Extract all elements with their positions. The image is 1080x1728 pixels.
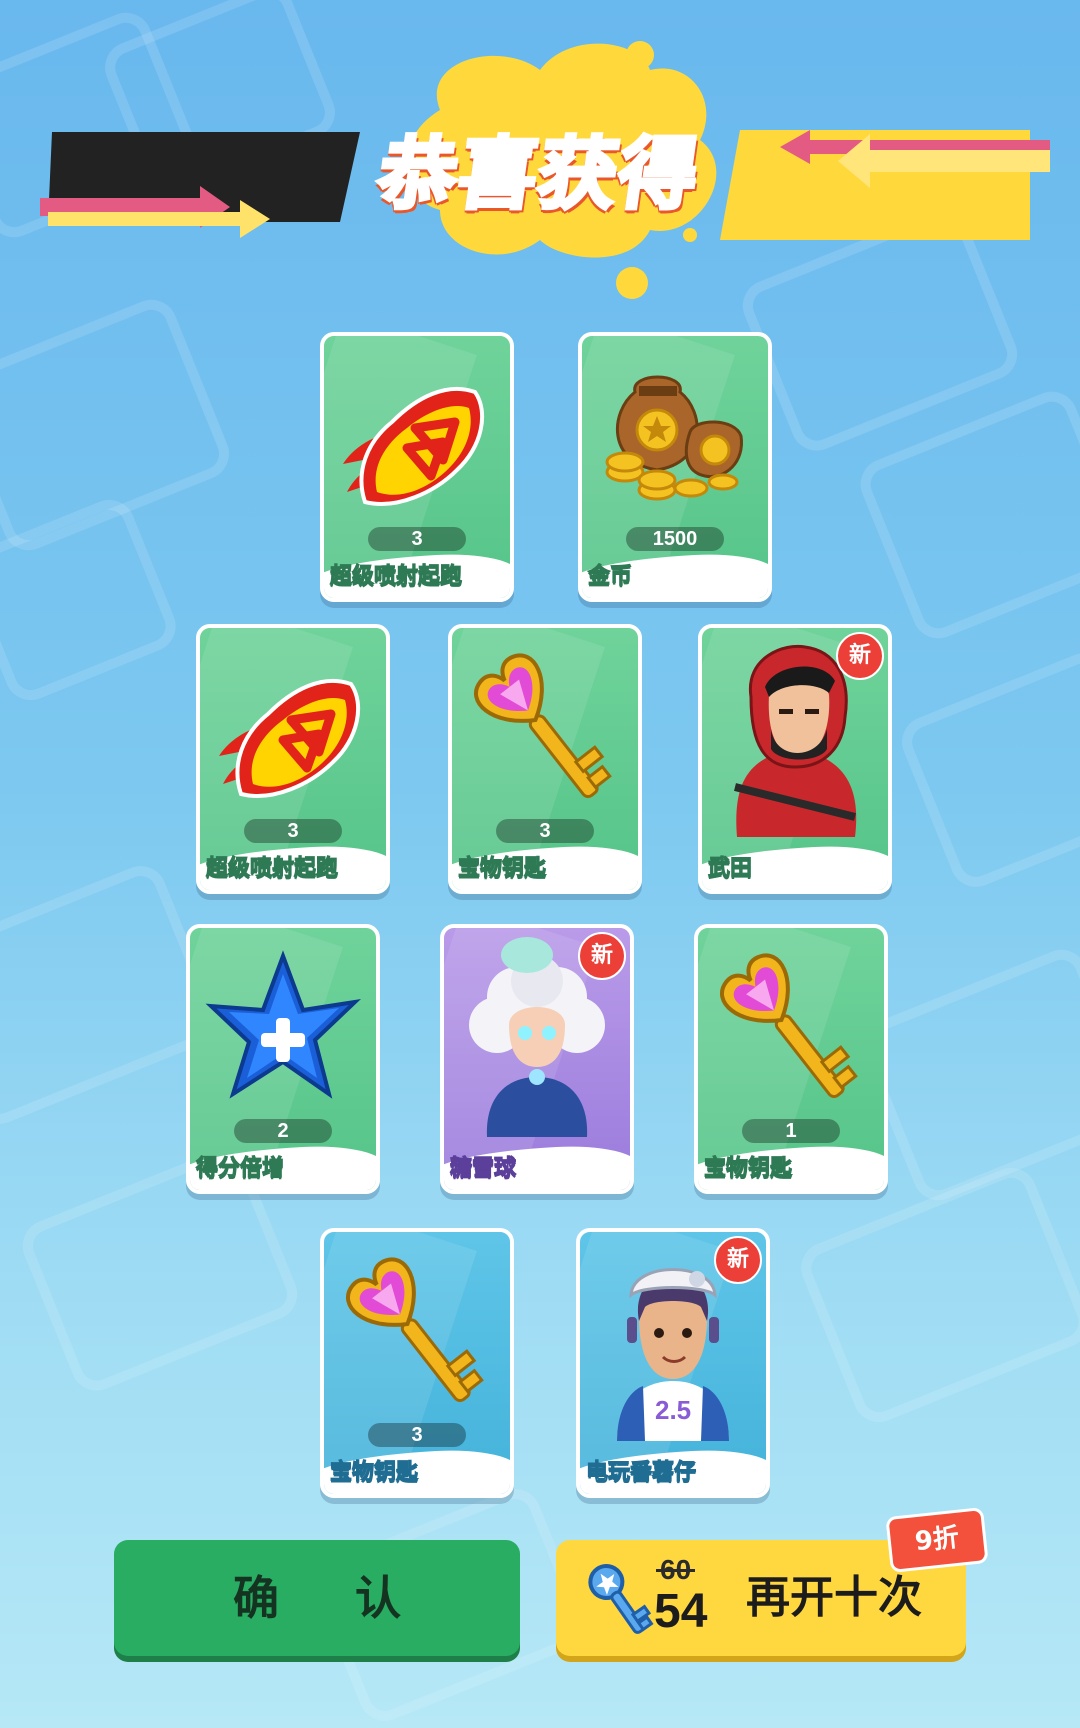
jet-boost-icon <box>213 644 373 814</box>
new-badge: 新 <box>836 632 884 680</box>
coin-bags-icon <box>595 352 755 522</box>
reward-count: 1 <box>742 1119 840 1143</box>
discounted-price: 54 <box>654 1585 708 1638</box>
reward-card-treasure-key: 3 宝物钥匙 <box>320 1228 514 1498</box>
reward-count: 3 <box>368 1423 466 1447</box>
reward-count: 2 <box>234 1119 332 1143</box>
reward-label: 宝物钥匙 <box>329 1460 419 1486</box>
reward-label: 武田 <box>707 856 753 882</box>
reward-label: 金币 <box>587 564 633 590</box>
treasure-key-icon <box>711 944 871 1114</box>
original-price: 60 <box>655 1554 696 1585</box>
reward-label: 糖雪球 <box>449 1156 517 1182</box>
key-icon <box>588 1563 654 1634</box>
page-title: 恭喜获得 <box>371 128 708 222</box>
reward-card-character-takeda: 新 武田 <box>698 624 892 894</box>
reward-label: 得分倍增 <box>195 1156 285 1182</box>
reward-count: 3 <box>368 527 466 551</box>
reward-label: 电玩番薯仔 <box>585 1460 697 1486</box>
reward-card-jet-boost: 3 超级喷射起跑 <box>196 624 390 894</box>
reward-card-jet-boost: 3 超级喷射起跑 <box>320 332 514 602</box>
jet-boost-icon <box>337 352 497 522</box>
reward-card-character-snowball: 新 糖雪球 <box>440 924 634 1194</box>
reward-label: 超级喷射起跑 <box>329 564 463 590</box>
confirm-button[interactable]: 确 认 <box>114 1540 520 1656</box>
score-multiplier-star-icon <box>203 944 363 1114</box>
reward-label: 宝物钥匙 <box>457 856 547 882</box>
reward-label: 超级喷射起跑 <box>205 856 339 882</box>
reward-count: 3 <box>496 819 594 843</box>
discount-badge: 9折 <box>885 1507 989 1573</box>
reward-card-character-gamer-kid: 新 电玩番薯仔 <box>576 1228 770 1498</box>
reward-label: 宝物钥匙 <box>703 1156 793 1182</box>
treasure-key-icon <box>465 644 625 814</box>
reward-card-treasure-key: 1 宝物钥匙 <box>694 924 888 1194</box>
reward-card-coins: 1500 金币 <box>578 332 772 602</box>
reward-card-treasure-key: 3 宝物钥匙 <box>448 624 642 894</box>
reward-count: 3 <box>244 819 342 843</box>
reward-card-score-multiplier: 2 得分倍增 <box>186 924 380 1194</box>
treasure-key-icon <box>337 1248 497 1418</box>
reward-count: 1500 <box>626 527 724 551</box>
new-badge: 新 <box>578 932 626 980</box>
header-banner: 恭喜获得 <box>0 0 1080 300</box>
new-badge: 新 <box>714 1236 762 1284</box>
